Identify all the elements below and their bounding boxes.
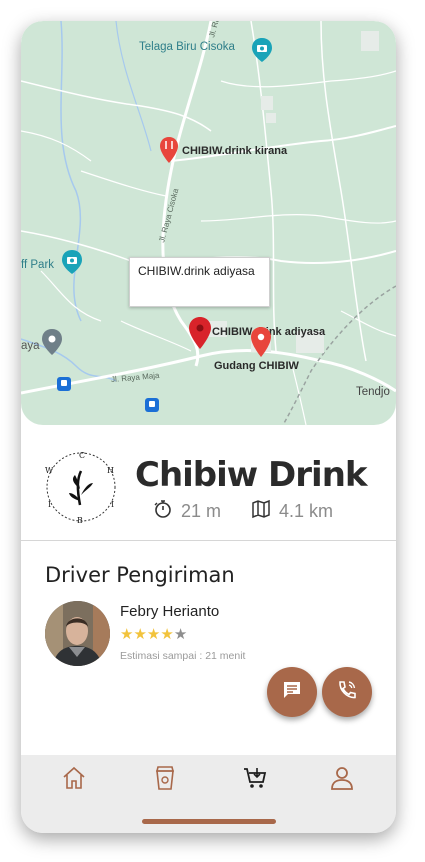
stopwatch-icon: [153, 499, 173, 524]
coffee-cup-icon: [154, 765, 176, 796]
nav-menu[interactable]: [150, 765, 180, 795]
map-place-tendjo: Tendjo: [356, 386, 390, 398]
user-icon: [329, 765, 355, 796]
map-place-gudang[interactable]: Gudang CHIBIW: [214, 360, 299, 372]
driver-eta: Estimasi sampai : 21 menit: [120, 650, 246, 662]
map-roads: [21, 21, 396, 425]
delivery-time: 21 m: [153, 499, 221, 524]
delivery-distance: 4.1 km: [251, 499, 333, 524]
nav-cart[interactable]: [240, 765, 270, 795]
map-info-window[interactable]: CHIBIW.drink adiyasa: [129, 257, 270, 307]
logo-letter: W: [45, 466, 54, 475]
star-icon: ★: [133, 626, 147, 643]
map-place-telaga[interactable]: Telaga Biru Cisoka: [139, 41, 235, 53]
section-divider: [21, 540, 396, 541]
logo-letter: C: [79, 451, 85, 460]
driver-section-title: Driver Pengiriman: [45, 563, 235, 587]
marker-pin-icon[interactable]: [251, 327, 271, 362]
map-place-aya: aya: [21, 340, 40, 352]
chat-icon: [282, 680, 302, 705]
map-place-kirana[interactable]: CHIBIW.drink kirana: [182, 145, 287, 157]
nav-profile[interactable]: [327, 765, 357, 795]
star-icon: ★: [120, 626, 134, 643]
phone-call-icon: [336, 679, 358, 706]
nav-home[interactable]: [59, 765, 89, 795]
store-logo: C W H I I B: [43, 449, 119, 525]
info-window-text: CHIBIW.drink adiyasa: [138, 264, 255, 278]
cart-icon: [243, 766, 267, 795]
logo-letter: I: [48, 500, 51, 509]
star-icon: ★: [160, 626, 174, 643]
store-header: C W H I I B Chibiw Drink 21 m 4.1 km: [21, 425, 396, 541]
star-icon: ★: [173, 626, 188, 643]
store-name: Chibiw Drink: [135, 455, 368, 495]
driver-rating: ★★★★★: [120, 625, 187, 643]
driver-avatar[interactable]: [45, 601, 110, 666]
delivery-time-text: 21 m: [181, 501, 222, 521]
restaurant-pin-icon[interactable]: [160, 137, 178, 168]
train-station-icon[interactable]: [145, 398, 159, 417]
camera-pin-icon[interactable]: [62, 250, 82, 279]
map-view[interactable]: Jl. Ra Jl. Raya Cisoka Jl. Raya Maja Tel…: [21, 21, 396, 425]
home-icon: [61, 765, 87, 796]
logo-letter: B: [77, 516, 83, 525]
logo-letter: I: [111, 500, 114, 509]
phone-frame: Jl. Ra Jl. Raya Cisoka Jl. Raya Maja Tel…: [21, 21, 396, 833]
location-pin-icon[interactable]: [42, 329, 62, 360]
star-icon: ★: [146, 626, 161, 643]
call-driver-button[interactable]: [322, 667, 372, 717]
home-indicator[interactable]: [142, 819, 276, 824]
train-station-icon[interactable]: [57, 377, 71, 396]
camera-pin-icon[interactable]: [252, 38, 272, 67]
driver-name: Febry Herianto: [120, 603, 220, 620]
map-icon: [251, 499, 271, 524]
delivery-distance-text: 4.1 km: [279, 501, 334, 521]
chat-driver-button[interactable]: [267, 667, 317, 717]
map-place-park[interactable]: ff Park: [21, 259, 54, 271]
logo-letter: H: [107, 466, 114, 475]
marker-pin-icon[interactable]: [189, 317, 211, 354]
